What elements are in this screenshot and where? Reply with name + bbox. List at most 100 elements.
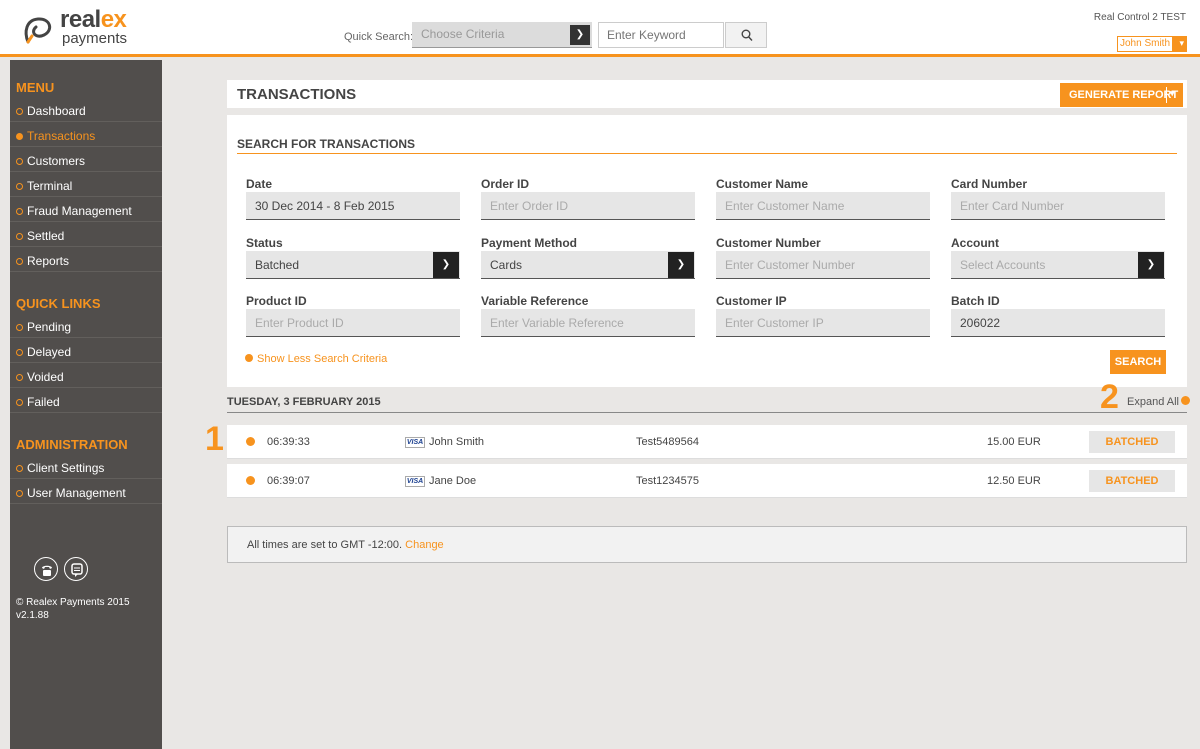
customer-name-placeholder: Enter Customer Name xyxy=(725,199,845,213)
plus-circle-icon xyxy=(1180,396,1190,405)
sidebar-item-label: Customers xyxy=(27,154,86,168)
batch-id-label: Batch ID xyxy=(951,294,1000,308)
variable-reference-field[interactable]: Enter Variable Reference xyxy=(481,309,695,337)
expand-row-icon[interactable] xyxy=(246,437,255,446)
timezone-text: All times are set to GMT -12:00. Change xyxy=(247,539,444,551)
status-label: Status xyxy=(246,236,283,250)
account-placeholder: Select Accounts xyxy=(960,258,1046,272)
bullet-icon xyxy=(16,373,23,381)
bullet-icon xyxy=(16,182,23,190)
button-divider xyxy=(1166,87,1167,103)
variable-reference-placeholder: Enter Variable Reference xyxy=(490,316,624,330)
expand-all-link[interactable]: Expand All xyxy=(1127,396,1190,408)
sidebar-item-dashboard[interactable]: Dashboard xyxy=(10,97,162,122)
bullet-icon xyxy=(16,464,23,472)
sidebar-item-label: Client Settings xyxy=(27,461,105,475)
realex-logo[interactable]: realex payments xyxy=(22,6,142,47)
customer-number-field[interactable]: Enter Customer Number xyxy=(716,251,930,279)
chevron-down-icon: ❯ xyxy=(1138,252,1164,278)
account-label: Account xyxy=(951,236,999,250)
batch-id-field[interactable]: 206022 xyxy=(951,309,1165,337)
date-value: 30 Dec 2014 - 8 Feb 2015 xyxy=(255,199,395,213)
search-icon xyxy=(741,29,753,41)
sidebar-item-settled[interactable]: Settled xyxy=(10,222,162,247)
search-button[interactable]: SEARCH xyxy=(1110,350,1166,374)
quick-search-button[interactable] xyxy=(725,22,767,48)
user-menu-button[interactable]: John Smith ▾ xyxy=(1117,36,1187,52)
logo-swirl-icon xyxy=(24,17,52,44)
bullet-icon xyxy=(16,489,23,497)
chevron-down-icon: ❯ xyxy=(433,252,459,278)
quick-link-voided[interactable]: Voided xyxy=(10,363,162,388)
sidebar-item-label: Terminal xyxy=(27,179,73,193)
visa-card-icon: VISA xyxy=(405,476,425,487)
sidebar-item-terminal[interactable]: Terminal xyxy=(10,172,162,197)
account-select[interactable]: Select Accounts ❯ xyxy=(951,251,1165,279)
card-number-placeholder: Enter Card Number xyxy=(960,199,1065,213)
transaction-row[interactable]: 06:39:07 VISA Jane Doe Test1234575 12.50… xyxy=(227,464,1187,498)
generate-report-button[interactable]: GENERATE REPORT ▾ xyxy=(1060,83,1183,107)
divider xyxy=(237,153,1177,154)
transaction-order-id: Test1234575 xyxy=(636,475,699,487)
product-id-label: Product ID xyxy=(246,294,307,308)
chevron-down-icon: ❯ xyxy=(668,252,694,278)
bullet-icon xyxy=(16,132,23,140)
phone-icon[interactable] xyxy=(34,557,58,581)
status-select[interactable]: Batched ❯ xyxy=(246,251,460,279)
expand-all-label: Expand All xyxy=(1127,396,1179,408)
criteria-select[interactable]: Choose Criteria ❯ xyxy=(412,22,592,48)
order-id-placeholder: Enter Order ID xyxy=(490,199,569,213)
admin-item-client-settings[interactable]: Client Settings xyxy=(10,454,162,479)
sidebar-item-label: Fraud Management xyxy=(27,204,132,218)
customer-name-label: Customer Name xyxy=(716,177,809,191)
caret-down-icon[interactable]: ▾ xyxy=(1170,88,1175,99)
sidebar-item-fraud-management[interactable]: Fraud Management xyxy=(10,197,162,222)
status-value: Batched xyxy=(255,258,300,272)
sidebar-item-label: User Management xyxy=(27,486,126,500)
payment-method-select[interactable]: Cards ❯ xyxy=(481,251,695,279)
status-badge: BATCHED xyxy=(1089,470,1175,492)
customer-number-label: Customer Number xyxy=(716,236,821,250)
version-text: v2.1.88 xyxy=(16,610,49,621)
search-panel-title: SEARCH FOR TRANSACTIONS xyxy=(237,137,416,151)
date-field[interactable]: 30 Dec 2014 - 8 Feb 2015 xyxy=(246,192,460,220)
product-id-field[interactable]: Enter Product ID xyxy=(246,309,460,337)
keyword-input[interactable] xyxy=(598,22,724,48)
customer-name-field[interactable]: Enter Customer Name xyxy=(716,192,930,220)
date-label: Date xyxy=(246,177,273,191)
batch-id-value: 206022 xyxy=(960,316,1001,330)
bullet-icon xyxy=(16,348,23,356)
bullet-icon xyxy=(16,157,23,165)
visa-card-icon: VISA xyxy=(405,437,425,448)
transaction-time: 06:39:07 xyxy=(267,475,310,487)
top-header: realex payments Quick Search: Choose Cri… xyxy=(0,0,1200,57)
admin-item-user-management[interactable]: User Management xyxy=(10,479,162,504)
sidebar-item-label: Transactions xyxy=(27,129,96,143)
card-number-field[interactable]: Enter Card Number xyxy=(951,192,1165,220)
expand-row-icon[interactable] xyxy=(246,476,255,485)
show-less-link[interactable]: Show Less Search Criteria xyxy=(245,353,387,365)
bullet-icon xyxy=(16,232,23,240)
account-name: Real Control 2 TEST xyxy=(1093,12,1186,23)
sidebar: MENU Dashboard Transactions Customers Termi… xyxy=(10,60,162,749)
quick-link-failed[interactable]: Failed xyxy=(10,388,162,413)
transaction-time: 06:39:33 xyxy=(267,436,310,448)
change-timezone-link[interactable]: Change xyxy=(405,539,444,551)
bullet-icon xyxy=(16,398,23,406)
bullet-icon xyxy=(16,107,23,115)
order-id-field[interactable]: Enter Order ID xyxy=(481,192,695,220)
day-heading: TUESDAY, 3 FEBRUARY 2015 xyxy=(227,396,381,408)
quick-link-pending[interactable]: Pending xyxy=(10,313,162,338)
chat-icon[interactable] xyxy=(64,557,88,581)
transaction-row[interactable]: 06:39:33 VISA John Smith Test5489564 15.… xyxy=(227,425,1187,459)
customer-ip-field[interactable]: Enter Customer IP xyxy=(716,309,930,337)
sidebar-item-transactions[interactable]: Transactions xyxy=(10,122,162,147)
sidebar-item-reports[interactable]: Reports xyxy=(10,247,162,272)
bullet-icon xyxy=(16,257,23,265)
search-panel: SEARCH FOR TRANSACTIONS Date 30 Dec 2014… xyxy=(227,115,1187,387)
transaction-customer: John Smith xyxy=(429,436,485,448)
quick-link-delayed[interactable]: Delayed xyxy=(10,338,162,363)
sidebar-item-customers[interactable]: Customers xyxy=(10,147,162,172)
order-id-label: Order ID xyxy=(481,177,530,191)
chevron-down-icon: ❯ xyxy=(570,25,590,45)
